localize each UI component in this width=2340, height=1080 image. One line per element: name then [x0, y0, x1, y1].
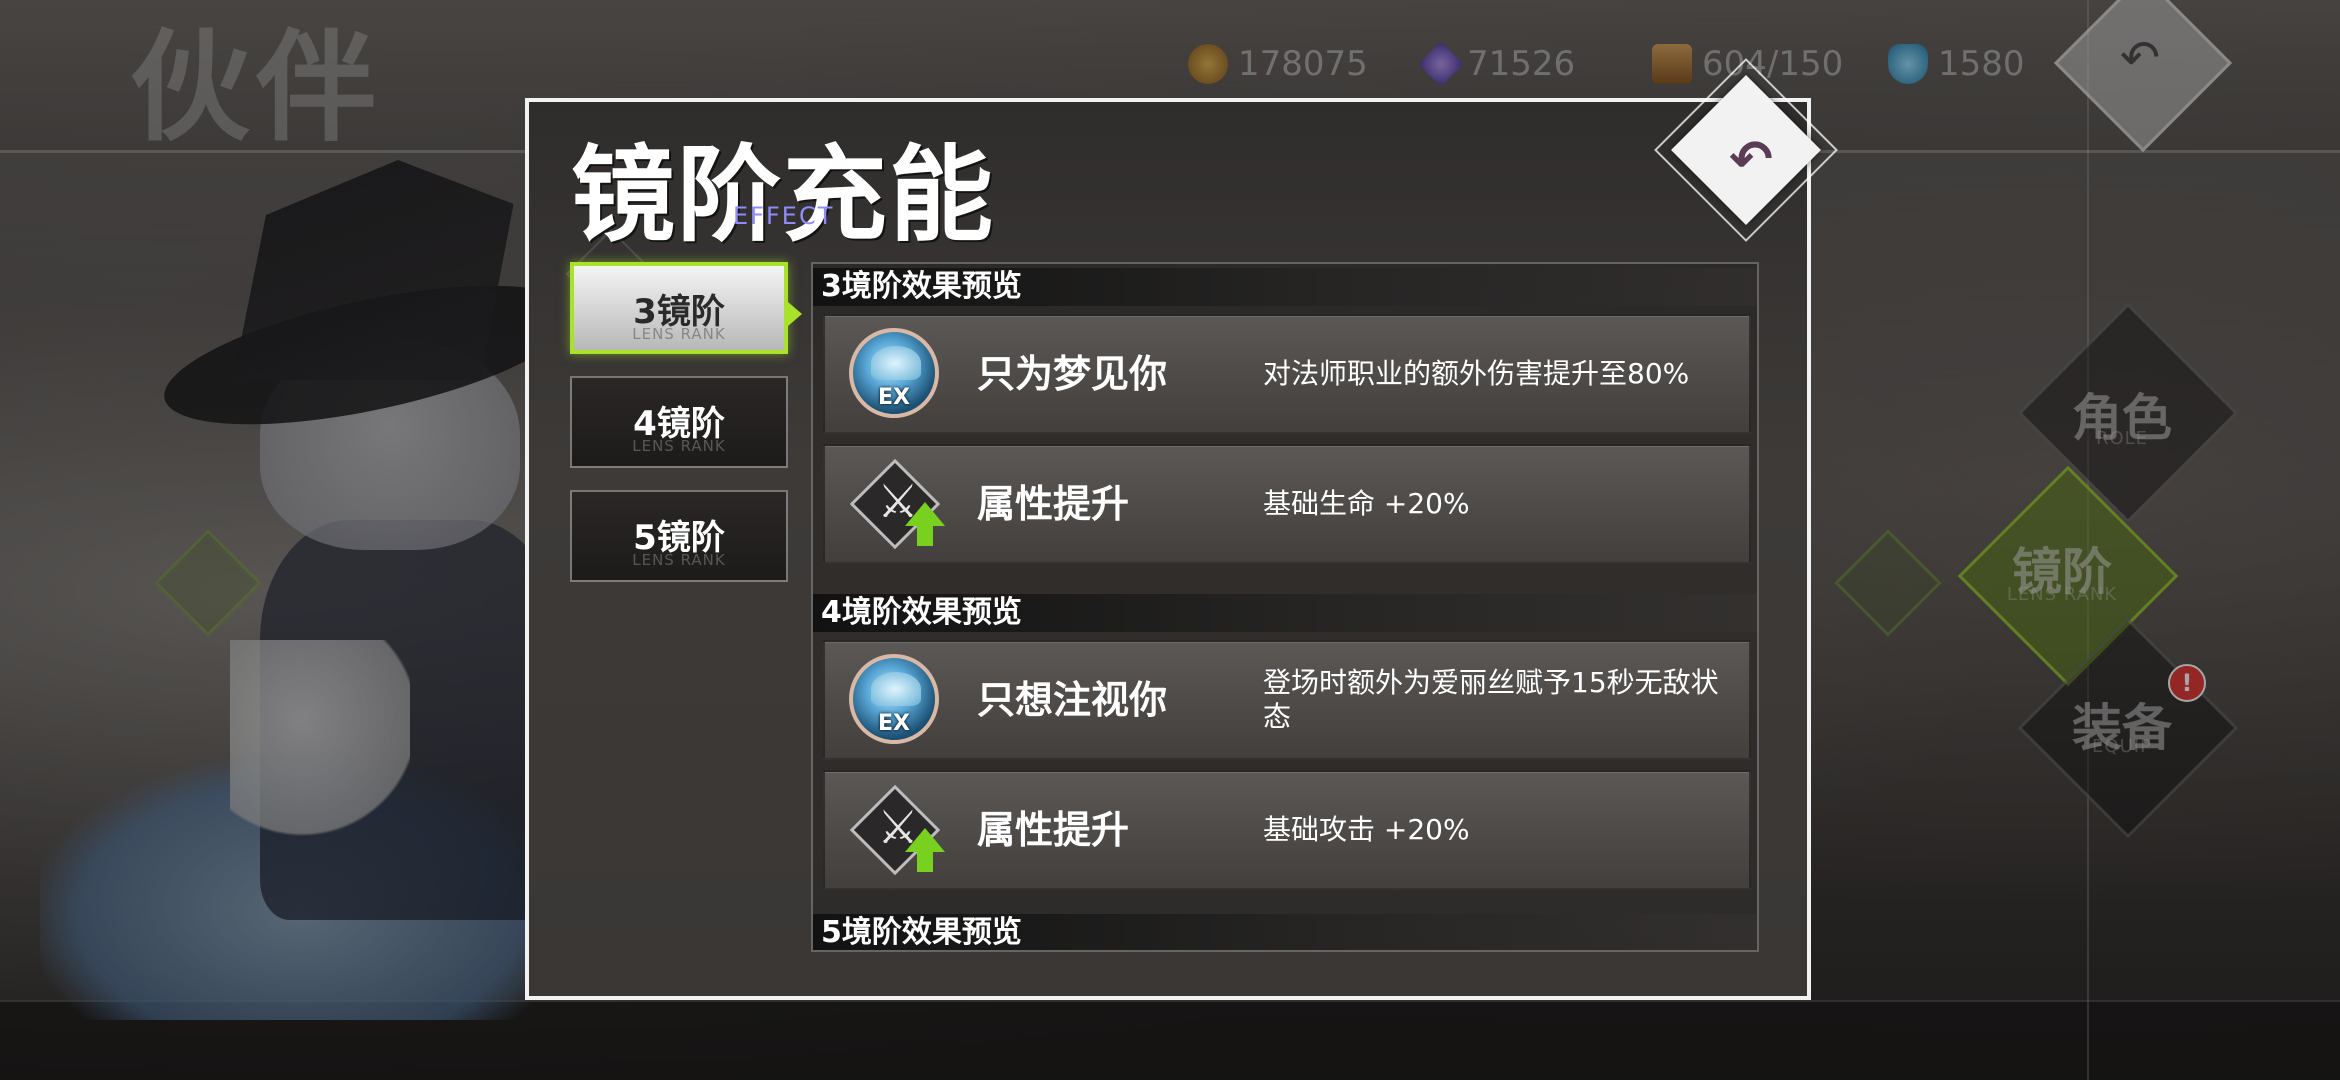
effect-name: 只为梦见你	[977, 352, 1168, 396]
effect-desc: 基础攻击 +20%	[1263, 813, 1470, 846]
ex-badge: EX	[878, 385, 910, 410]
effect-desc: 登场时额外为爱丽丝赋予15秒无敌状态	[1263, 666, 1719, 733]
effect-desc: 基础生命 +20%	[1263, 487, 1470, 520]
section-header-rank-5: 5境阶效果预览	[813, 914, 1757, 950]
effect-name: 属性提升	[977, 482, 1130, 526]
up-arrow-stem	[917, 850, 933, 872]
up-arrow-icon	[905, 828, 945, 852]
ex-badge: EX	[878, 711, 910, 736]
ex-skill-icon: EX	[849, 328, 939, 418]
section-header-rank-4: 4境阶效果预览	[813, 594, 1757, 632]
effect-name: 只想注视你	[977, 678, 1168, 722]
tab-rank-5[interactable]: 5镜阶 LENS RANK	[570, 490, 788, 582]
effect-preview-panel[interactable]: 3境阶效果预览 EX 只为梦见你 对法师职业的额外伤害提升至80% ⚔ 属性提升…	[811, 262, 1759, 952]
attribute-up-icon: ⚔	[849, 784, 945, 876]
undo-arrow-icon: ↶	[1729, 130, 1773, 190]
effect-row: ⚔ 属性提升 基础攻击 +20%	[823, 770, 1751, 890]
modal-title: 镜阶充能	[571, 133, 996, 256]
effect-row: ⚔ 属性提升 基础生命 +20%	[823, 444, 1751, 564]
ex-skill-glyph	[871, 346, 921, 380]
tab-rank-4-sub: LENS RANK	[632, 437, 726, 455]
tab-rank-4[interactable]: 4镜阶 LENS RANK	[570, 376, 788, 468]
effect-desc: 对法师职业的额外伤害提升至80%	[1263, 357, 1690, 390]
effect-row: EX 只想注视你 登场时额外为爱丽丝赋予15秒无敌状态	[823, 640, 1751, 760]
up-arrow-icon	[905, 502, 945, 526]
tab-rank-3[interactable]: 3镜阶 LENS RANK	[570, 262, 788, 354]
ex-skill-glyph	[871, 672, 921, 706]
attribute-up-icon: ⚔	[849, 458, 945, 550]
tab-rank-3-sub: LENS RANK	[632, 325, 726, 343]
tab-rank-5-sub: LENS RANK	[632, 551, 726, 569]
up-arrow-stem	[917, 524, 933, 546]
modal-subtitle: EFFECT	[733, 202, 835, 230]
ex-skill-icon: EX	[849, 654, 939, 744]
effect-row: EX 只为梦见你 对法师职业的额外伤害提升至80%	[823, 314, 1751, 434]
section-header-rank-3: 3境阶效果预览	[813, 268, 1757, 306]
active-tab-pointer	[788, 302, 802, 326]
effect-name: 属性提升	[977, 808, 1130, 852]
